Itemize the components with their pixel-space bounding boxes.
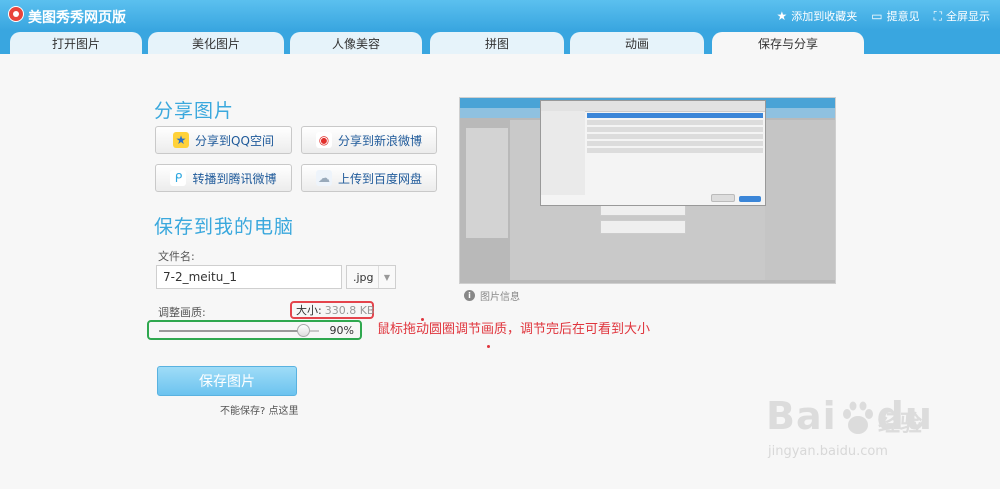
top-bar: 美图秀秀网页版 ★ 添加到收藏夹 ▭ 提意见 ⛶ 全屏显示 bbox=[0, 0, 1000, 30]
qzone-star-icon: ★ bbox=[173, 132, 190, 148]
save-heading: 保存到我的电脑 bbox=[154, 216, 295, 238]
fullscreen-icon: ⛶ bbox=[933, 8, 942, 23]
image-info[interactable]: i 图片信息 bbox=[464, 288, 520, 303]
preview-right-panel bbox=[765, 120, 835, 280]
share-qzone-button[interactable]: ★ 分享到QQ空间 bbox=[155, 126, 292, 154]
filename-label: 文件名: bbox=[158, 250, 195, 263]
extension-value: .jpg bbox=[353, 270, 374, 284]
share-tencent-weibo-label: 转播到腾讯微博 bbox=[192, 171, 277, 186]
preview-dialog-row bbox=[587, 134, 763, 139]
image-info-label: 图片信息 bbox=[480, 292, 520, 303]
feedback-icon: ▭ bbox=[871, 9, 883, 23]
quality-label: 调整画质: bbox=[158, 306, 206, 319]
fullscreen-label: 全屏显示 bbox=[946, 10, 990, 23]
annotation-dot bbox=[421, 318, 424, 321]
tab-collage[interactable]: 拼图 bbox=[430, 32, 564, 54]
add-favorite-label: 添加到收藏夹 bbox=[791, 10, 858, 23]
share-tencent-weibo-button[interactable]: ᑭ 转播到腾讯微博 bbox=[155, 164, 292, 192]
annotation-dot bbox=[487, 345, 490, 348]
tab-animation[interactable]: 动画 bbox=[570, 32, 704, 54]
size-value: 330.8 KB bbox=[324, 303, 375, 317]
preview-image bbox=[459, 97, 836, 284]
share-weibo-button[interactable]: ◉ 分享到新浪微博 bbox=[301, 126, 437, 154]
preview-dialog-row bbox=[587, 113, 763, 118]
watermark-url: jingyan.baidu.com bbox=[768, 444, 888, 459]
watermark-cn: 经验 bbox=[878, 412, 923, 437]
preview-card bbox=[600, 220, 686, 234]
filename-input[interactable] bbox=[156, 265, 342, 289]
cant-save-link[interactable]: 不能保存? 点这里 bbox=[220, 402, 299, 417]
tab-beautify[interactable]: 美化图片 bbox=[148, 32, 284, 54]
watermark-brand-head: Bai bbox=[766, 394, 837, 438]
weibo-icon: ◉ bbox=[315, 132, 332, 148]
feedback-label: 提意见 bbox=[886, 10, 920, 23]
extension-select[interactable]: .jpg ▼ bbox=[346, 265, 396, 289]
annotation-text: 鼠标拖动圆圈调节画质，调节完后在可看到大小 bbox=[377, 322, 651, 337]
baidu-cloud-icon: ☁ bbox=[315, 170, 332, 186]
preview-dialog-sidebar bbox=[541, 111, 585, 195]
app-title: 美图秀秀网页版 bbox=[28, 10, 126, 26]
star-icon: ★ bbox=[776, 9, 788, 23]
tab-save-share[interactable]: 保存与分享 bbox=[712, 32, 864, 54]
fullscreen-link[interactable]: ⛶ 全屏显示 bbox=[934, 8, 990, 24]
preview-dialog-button bbox=[739, 196, 761, 202]
share-qzone-label: 分享到QQ空间 bbox=[195, 133, 274, 148]
preview-dialog-row bbox=[587, 120, 763, 125]
quality-slider-knob[interactable] bbox=[297, 324, 310, 337]
baidu-paw-icon bbox=[843, 401, 873, 434]
preview-file-dialog bbox=[540, 100, 766, 206]
share-heading: 分享图片 bbox=[154, 100, 235, 122]
quality-percent: 90% bbox=[329, 324, 354, 337]
file-size-readout: 大小: 330.8 KB bbox=[290, 301, 374, 319]
quality-slider-box: 90% bbox=[147, 320, 362, 340]
preview-dialog-button bbox=[711, 194, 735, 202]
meitu-logo-icon bbox=[8, 6, 24, 22]
quality-slider-fill bbox=[159, 330, 303, 332]
add-favorite-link[interactable]: ★ 添加到收藏夹 bbox=[776, 8, 857, 24]
quality-slider-track[interactable] bbox=[159, 324, 319, 337]
chevron-down-icon: ▼ bbox=[378, 266, 395, 288]
preview-dialog-row bbox=[587, 148, 763, 153]
info-icon: i bbox=[464, 290, 475, 301]
size-key: 大小: bbox=[296, 304, 322, 317]
preview-dialog-list bbox=[587, 113, 763, 173]
preview-dialog-row bbox=[587, 141, 763, 146]
preview-left-panel bbox=[466, 128, 508, 238]
feedback-link[interactable]: ▭ 提意见 bbox=[871, 8, 919, 24]
share-weibo-label: 分享到新浪微博 bbox=[337, 133, 422, 148]
tab-portrait[interactable]: 人像美容 bbox=[290, 32, 422, 54]
preview-dialog-row bbox=[587, 127, 763, 132]
tencent-weibo-icon: ᑭ bbox=[170, 170, 187, 186]
upload-baidu-label: 上传到百度网盘 bbox=[337, 171, 422, 186]
top-links: ★ 添加到收藏夹 ▭ 提意见 ⛶ 全屏显示 bbox=[776, 8, 990, 24]
tab-open-image[interactable]: 打开图片 bbox=[10, 32, 142, 54]
save-image-button[interactable]: 保存图片 bbox=[157, 366, 297, 396]
baidu-jingyan-watermark: Bai du 经验 jingyan.baidu.com bbox=[766, 394, 956, 468]
upload-baidu-button[interactable]: ☁ 上传到百度网盘 bbox=[301, 164, 437, 192]
